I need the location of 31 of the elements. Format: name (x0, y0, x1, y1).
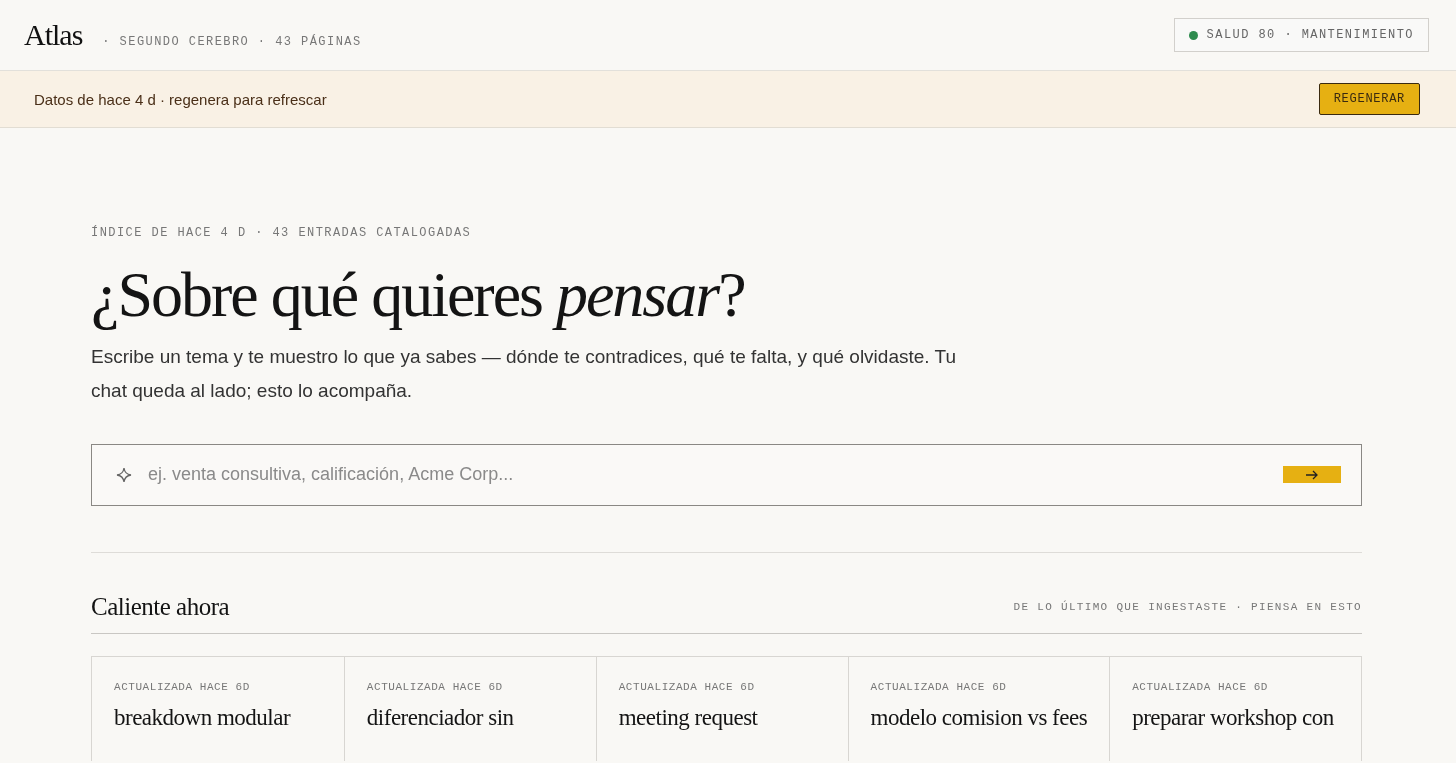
card-meta: ACTUALIZADA HACE 6D (114, 680, 251, 693)
banner-message: Datos de hace 4 d · regenera para refrescar (34, 90, 327, 108)
card-meta: ACTUALIZADA HACE 6D (870, 680, 1008, 693)
topic-card[interactable]: ACTUALIZADA HACE 6D diferenciador sin (343, 656, 596, 761)
index-caption: ÍNDICE DE HACE 4 D · 43 ENTRADAS CATALOGADAS (91, 226, 473, 240)
topic-card[interactable]: ACTUALIZADA HACE 6D preparar workshop con (1109, 656, 1361, 761)
search-bar[interactable]: ej. venta consultiva, calificación, Acme Corp... (91, 443, 1362, 506)
health-text: SALUD 80 · MANTENIMIENTO (1206, 28, 1414, 42)
hero-heading: ¿Sobre qué quieres pensar? (91, 258, 746, 332)
topic-card[interactable]: ACTUALIZADA HACE 6D modelo comision vs fees (847, 656, 1110, 761)
hero-description: Escribe un tema y te muestro lo que ya sabes — dónde te contradices, qué te falta, y qué olvidaste. Tu chat queda al lado; esto lo acompaña. (91, 344, 957, 403)
topic-card[interactable]: ACTUALIZADA HACE 6D breakdown modular (92, 656, 344, 761)
card-title: meeting request (618, 704, 759, 731)
card-meta: ACTUALIZADA HACE 6D (1132, 680, 1269, 693)
section-title: Caliente ahora (91, 592, 230, 621)
card-meta: ACTUALIZADA HACE 6D (618, 680, 756, 693)
subtitle: · SEGUNDO CEREBRO · 43 PÁGINAS (102, 35, 362, 49)
card-title: breakdown modular (114, 704, 292, 731)
sparkle-icon (116, 466, 132, 483)
logo[interactable]: Atlas (24, 18, 83, 52)
card-title: diferenciador sin (366, 704, 515, 731)
card-meta: ACTUALIZADA HACE 6D (366, 680, 504, 693)
health-badge[interactable]: SALUD 80 · MANTENIMIENTO (1173, 18, 1429, 52)
topic-card[interactable]: ACTUALIZADA HACE 6D meeting request (595, 656, 848, 761)
card-title: modelo comision vs fees (870, 704, 1088, 731)
arrow-right-icon (1305, 469, 1319, 480)
card-title: preparar workshop con (1132, 704, 1335, 731)
regenerate-button[interactable]: REGENERAR (1318, 83, 1420, 115)
section-note: DE LO ÚLTIMO QUE INGESTASTE · PIENSA EN ESTO (1013, 600, 1362, 613)
submit-button[interactable] (1283, 466, 1341, 484)
search-input[interactable]: ej. venta consultiva, calificación, Acme Corp... (146, 463, 1269, 487)
